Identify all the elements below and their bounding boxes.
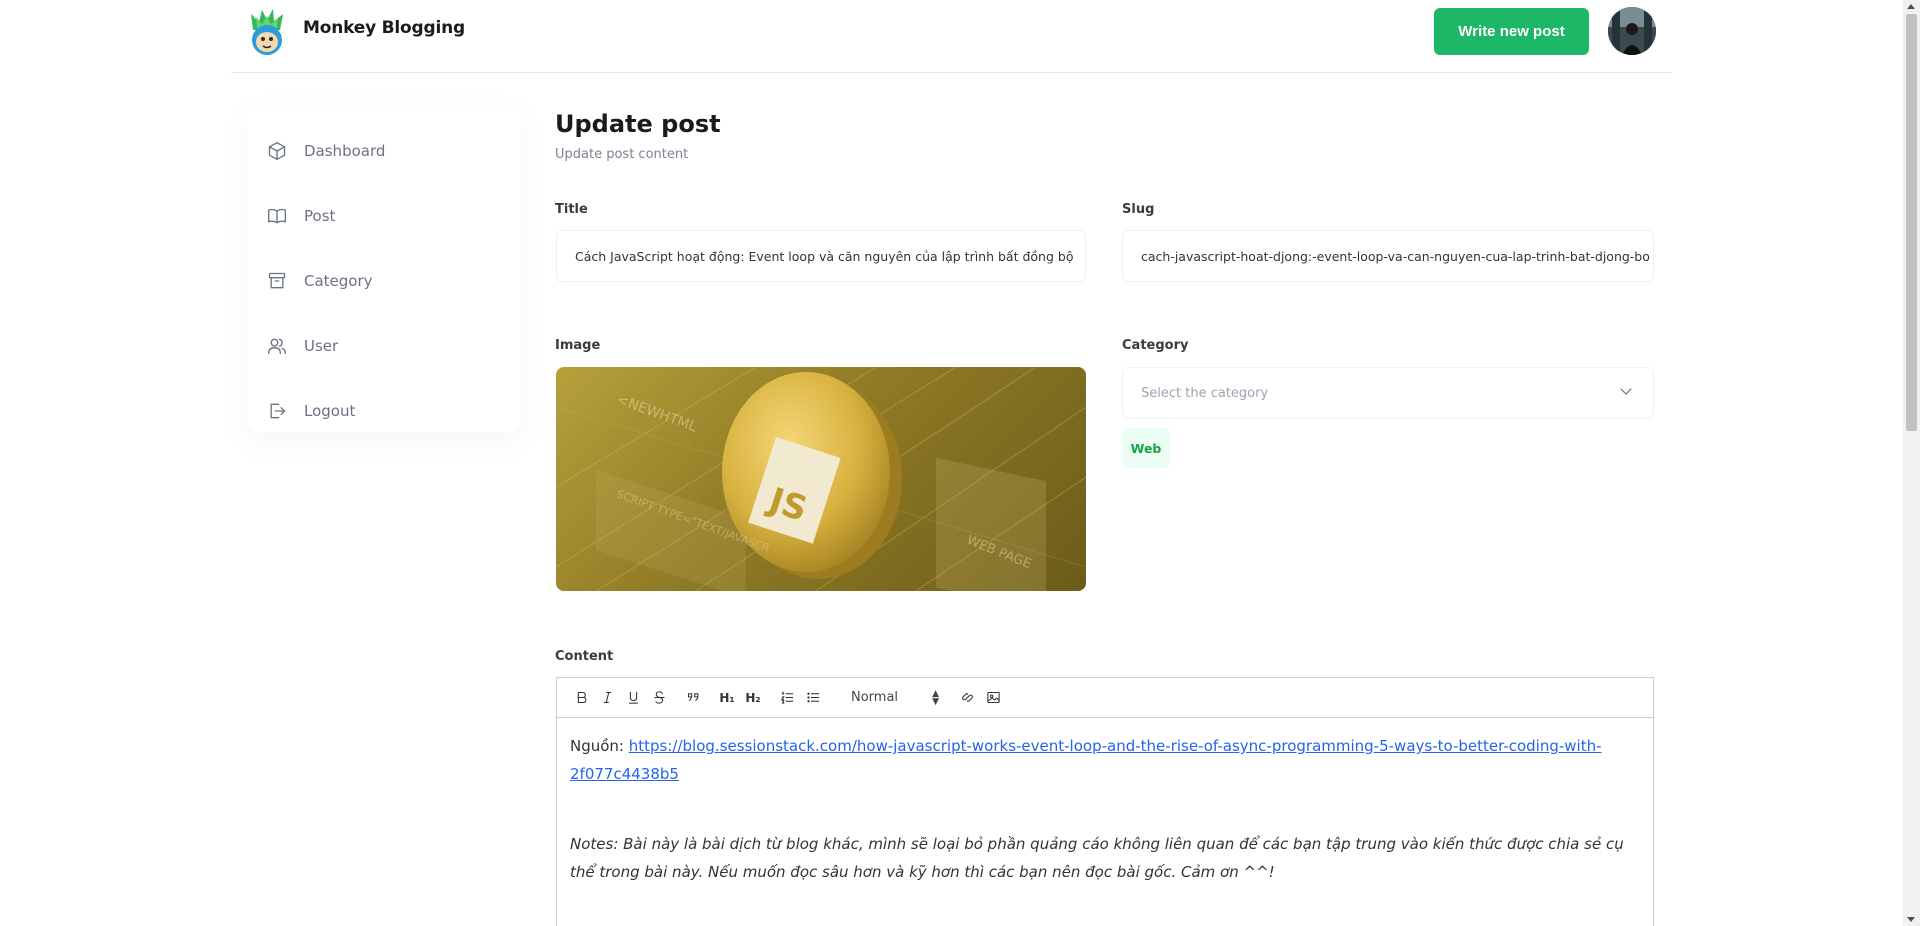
page-subtitle: Update post content [555,147,689,162]
brand-name[interactable]: Monkey Blogging [303,18,465,38]
updown-icon: ▲ ▼ [932,688,939,707]
archive-icon [266,270,288,292]
chevron-down-icon [1617,382,1635,404]
slug-input[interactable]: cach-javascript-hoat-djong:-event-loop-v… [1122,230,1654,282]
editor-toolbar: H₁ H₂ Normal ▲ ▼ [557,678,1653,718]
title-label: Title [555,202,588,217]
ordered-list-icon [780,691,793,704]
page-title: Update post [555,110,721,138]
sidebar-item-label: Dashboard [304,142,386,160]
write-new-post-button[interactable]: Write new post [1434,8,1589,55]
notes-paragraph: Notes: Bài này là bài dịch từ blog khác,… [570,835,1624,881]
strikethrough-icon [654,691,664,704]
cube-icon [266,140,288,162]
sidebar-item-label: Post [304,207,336,225]
heading-select-value: Normal [851,690,899,705]
image-icon [986,691,1000,704]
category-label: Category [1122,338,1189,353]
empty-line [570,816,1640,830]
monkey-logo-icon[interactable] [247,8,287,56]
scroll-thumb[interactable] [1906,14,1917,431]
source-prefix: Nguồn: [570,737,629,755]
bullet-list-icon [806,692,819,703]
heading1-button[interactable]: H₁ [715,686,739,710]
post-image: JS <NEWHTML SCRIPT TYPE="TEXT/JAVASCR WE… [556,367,1086,591]
sidebar-item-label: Logout [304,402,356,420]
post-image-upload[interactable]: JS <NEWHTML SCRIPT TYPE="TEXT/JAVASCR WE… [556,367,1086,591]
italic-button[interactable] [595,686,619,710]
underline-icon [628,691,638,704]
strike-button[interactable] [647,686,671,710]
link-button[interactable] [955,686,979,710]
page-scrollbar[interactable] [1903,0,1920,926]
empty-line [570,788,1640,816]
source-paragraph: Nguồn: https://blog.sessionstack.com/how… [570,732,1640,788]
italic-icon [603,691,611,704]
user-avatar[interactable] [1608,7,1656,55]
bold-icon [577,691,586,704]
title-input[interactable]: Cách JavaScript hoạt động: Event loop và… [556,230,1086,282]
sidebar-item-label: Category [304,272,373,290]
book-icon [266,205,288,227]
blockquote-button[interactable] [681,686,705,710]
ordered-list-button[interactable] [775,686,799,710]
sidebar-item-user[interactable]: User [266,326,338,366]
underline-button[interactable] [621,686,645,710]
sidebar-item-label: User [304,337,339,355]
scroll-up-arrow-icon[interactable] [1907,4,1915,9]
link-icon [961,693,973,702]
sidebar-item-logout[interactable]: Logout [266,391,355,431]
sidebar-item-category[interactable]: Category [266,261,373,301]
h1-icon: H₁ [719,690,735,705]
top-header: Monkey Blogging Write new post [231,0,1672,73]
category-select[interactable]: Select the category [1122,367,1654,419]
slug-label: Slug [1122,202,1155,217]
users-icon [266,335,288,357]
category-placeholder: Select the category [1141,385,1269,401]
editor-content[interactable]: Nguồn: https://blog.sessionstack.com/how… [557,718,1653,900]
logout-icon [266,400,288,422]
heading-select[interactable]: Normal ▲ ▼ [851,688,939,707]
quote-icon [687,693,698,702]
image-label: Image [555,338,601,353]
image-button[interactable] [981,686,1005,710]
sidebar-item-dashboard[interactable]: Dashboard [266,131,385,171]
h2-icon: H₂ [745,690,761,705]
content-label: Content [555,649,614,664]
bold-button[interactable] [569,686,593,710]
sidebar: Dashboard Post Category User Logout [248,107,520,432]
source-link[interactable]: https://blog.sessionstack.com/how-javasc… [570,737,1602,783]
content-editor[interactable]: H₁ H₂ Normal ▲ ▼ Nguồn: https://blog.sess… [556,677,1654,926]
sidebar-item-post[interactable]: Post [266,196,335,236]
scroll-down-arrow-icon[interactable] [1907,917,1915,922]
selected-category-tag[interactable]: Web [1122,428,1170,468]
bullet-list-button[interactable] [801,686,825,710]
heading2-button[interactable]: H₂ [741,686,765,710]
